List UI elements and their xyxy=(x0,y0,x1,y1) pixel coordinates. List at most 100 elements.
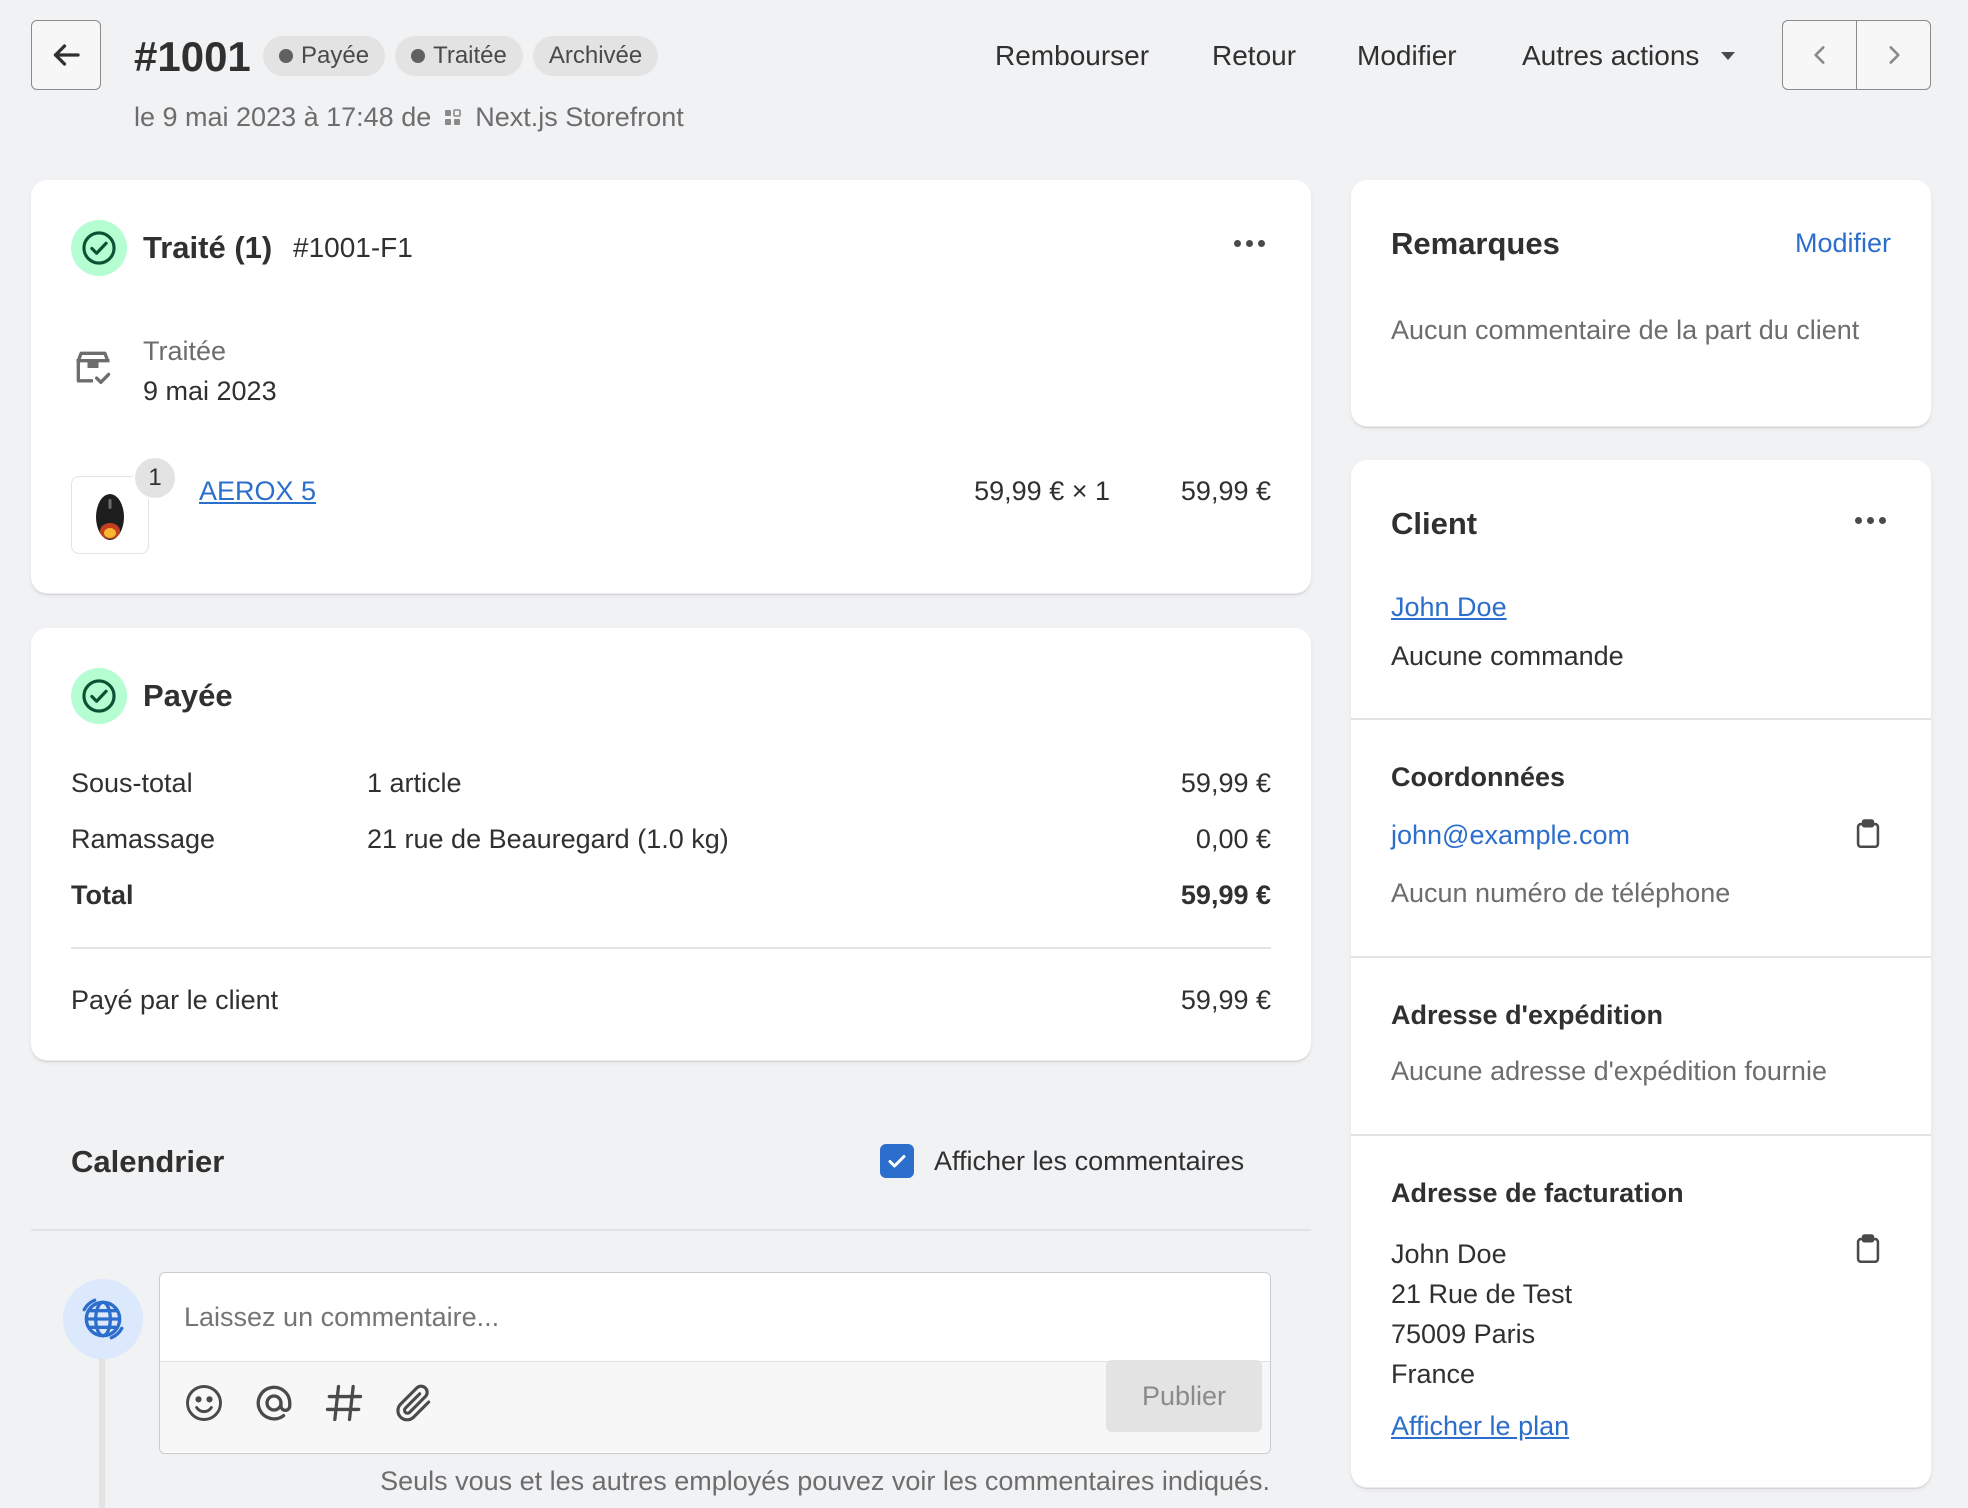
order-pager xyxy=(1782,20,1931,90)
notes-text: Aucun commentaire de la part du client xyxy=(1391,315,1860,345)
subtotal-detail: 1 article xyxy=(367,768,462,798)
checkmark-icon xyxy=(888,1155,906,1168)
edit-button[interactable]: Modifier xyxy=(1357,36,1457,76)
back-button[interactable] xyxy=(31,20,101,90)
fulfillment-card: Traité (1) #1001-F1 Traitée 9 mai 2023 1… xyxy=(31,180,1311,594)
more-actions-button[interactable]: Autres actions xyxy=(1522,36,1737,76)
subtotal-label: Sous-total xyxy=(71,768,193,798)
globe-icon xyxy=(82,1298,124,1340)
next-order-button[interactable] xyxy=(1857,21,1930,89)
pickup-detail: 21 rue de Beauregard (1.0 kg) xyxy=(367,824,729,854)
fulfillment-code: #1001-F1 xyxy=(293,232,413,263)
status-dot-icon xyxy=(411,49,426,63)
clipboard-icon[interactable] xyxy=(1851,1231,1885,1267)
view-map-link[interactable]: Afficher le plan xyxy=(1391,1411,1569,1442)
paid-by-customer-amount: 59,99 € xyxy=(1180,985,1271,1015)
customer-email-link[interactable]: john@example.com xyxy=(1391,820,1630,851)
payment-card: Payée Sous-total 1 article 59,99 € Ramas… xyxy=(31,628,1311,1061)
product-link[interactable]: AEROX 5 xyxy=(199,476,316,507)
contact-title: Coordonnées xyxy=(1391,762,1566,792)
customer-phone: Aucun numéro de téléphone xyxy=(1391,878,1731,908)
shipping-divider xyxy=(1351,1134,1931,1136)
comments-visibility-note: Seuls vous et les autres employés pouvez… xyxy=(380,1466,1270,1496)
dot-icon xyxy=(1258,240,1265,247)
timeline-divider xyxy=(31,1229,1311,1231)
notes-title: Remarques xyxy=(1391,226,1560,261)
check-circle-icon xyxy=(82,231,116,265)
billing-address-line: 21 Rue de Test xyxy=(1391,1279,1573,1309)
product-line-total: 59,99 € xyxy=(1180,476,1271,506)
chevron-left-icon xyxy=(1813,46,1825,64)
customer-divider xyxy=(1351,718,1931,720)
total-amount: 59,99 € xyxy=(1180,880,1271,910)
shipping-address-title: Adresse d'expédition xyxy=(1391,1000,1663,1030)
staff-avatar xyxy=(63,1279,143,1359)
customer-card: Client John Doe Aucune commande Coordonn… xyxy=(1351,460,1931,1488)
total-label: Total xyxy=(71,880,134,910)
mention-icon[interactable] xyxy=(252,1381,296,1425)
status-badge-fulfilled: Traitée xyxy=(395,36,523,76)
quantity-badge: 1 xyxy=(133,456,177,500)
subtotal-amount: 59,99 € xyxy=(1180,768,1271,798)
timeline-line xyxy=(99,1350,105,1508)
dot-icon xyxy=(1867,517,1874,524)
status-badge-paid: Payée xyxy=(263,36,386,76)
status-dot-icon xyxy=(279,49,293,63)
check-circle-icon xyxy=(82,679,116,713)
arrow-left-icon xyxy=(53,44,80,66)
notes-edit-link[interactable]: Modifier xyxy=(1731,228,1891,259)
status-badges: Payée Traitée Archivée xyxy=(263,36,659,76)
contact-divider xyxy=(1351,956,1931,958)
status-badge-archived: Archivée xyxy=(532,36,659,76)
billing-address-line: France xyxy=(1391,1359,1476,1389)
sales-channel-icon xyxy=(445,108,462,125)
show-comments-toggle[interactable]: Afficher les commentaires xyxy=(880,1144,1244,1178)
order-date: le 9 mai 2023 à 17:48 de xyxy=(134,102,432,132)
sales-channel-name: Next.js Storefront xyxy=(475,102,684,132)
dot-icon xyxy=(1246,240,1253,247)
customer-name-link[interactable]: John Doe xyxy=(1391,592,1507,623)
more-actions-label: Autres actions xyxy=(1522,40,1700,71)
billing-address-title: Adresse de facturation xyxy=(1391,1178,1684,1208)
customer-more-button[interactable] xyxy=(1849,511,1892,530)
show-comments-label: Afficher les commentaires xyxy=(934,1145,1245,1176)
pickup-amount: 0,00 € xyxy=(1195,824,1271,854)
timeline-title: Calendrier xyxy=(71,1144,225,1179)
comment-composer: Publier xyxy=(159,1272,1271,1454)
chevron-right-icon xyxy=(1888,46,1900,64)
fulfillment-status-date: 9 mai 2023 xyxy=(143,376,277,406)
comment-input[interactable] xyxy=(160,1273,1270,1361)
paid-status-icon xyxy=(71,668,127,724)
fulfillment-status-label: Traitée xyxy=(143,336,227,366)
previous-order-button[interactable] xyxy=(1783,21,1857,89)
package-check-icon xyxy=(76,351,111,384)
fulfilled-status-icon xyxy=(71,220,127,276)
caret-down-icon xyxy=(1721,52,1736,60)
emoji-icon[interactable] xyxy=(182,1381,226,1425)
dot-icon xyxy=(1879,517,1886,524)
payment-title: Payée xyxy=(143,678,233,713)
billing-address: John Doe 21 Rue de Test 75009 Paris Fran… xyxy=(1391,1234,1572,1394)
notes-card: Remarques Modifier Aucun commentaire de … xyxy=(1351,180,1931,427)
dot-icon xyxy=(1234,240,1241,247)
order-subtitle: le 9 mai 2023 à 17:48 de Next.js Storefr… xyxy=(134,102,684,133)
customer-orders: Aucune commande xyxy=(1391,641,1624,671)
fulfillment-title: Traité (1) xyxy=(143,230,273,265)
show-comments-checkbox[interactable] xyxy=(880,1144,914,1178)
refund-button[interactable]: Rembourser xyxy=(995,36,1149,76)
shipping-address-text: Aucune adresse d'expédition fournie xyxy=(1391,1056,1827,1086)
return-button[interactable]: Retour xyxy=(1212,36,1296,76)
paid-by-customer-label: Payé par le client xyxy=(71,985,279,1015)
pickup-label: Ramassage xyxy=(71,824,216,854)
fulfillment-more-button[interactable] xyxy=(1228,234,1271,253)
gaming-mouse-icon xyxy=(96,494,124,540)
clipboard-icon[interactable] xyxy=(1851,816,1885,852)
billing-address-line: 75009 Paris xyxy=(1391,1319,1536,1349)
hashtag-icon[interactable] xyxy=(322,1381,366,1425)
order-number: #1001 xyxy=(134,33,251,80)
product-unit-price: 59,99 € × 1 xyxy=(974,476,1110,506)
customer-title: Client xyxy=(1391,506,1478,541)
billing-address-line: John Doe xyxy=(1391,1239,1507,1269)
publish-button[interactable]: Publier xyxy=(1106,1360,1262,1432)
paperclip-icon[interactable] xyxy=(392,1381,436,1425)
